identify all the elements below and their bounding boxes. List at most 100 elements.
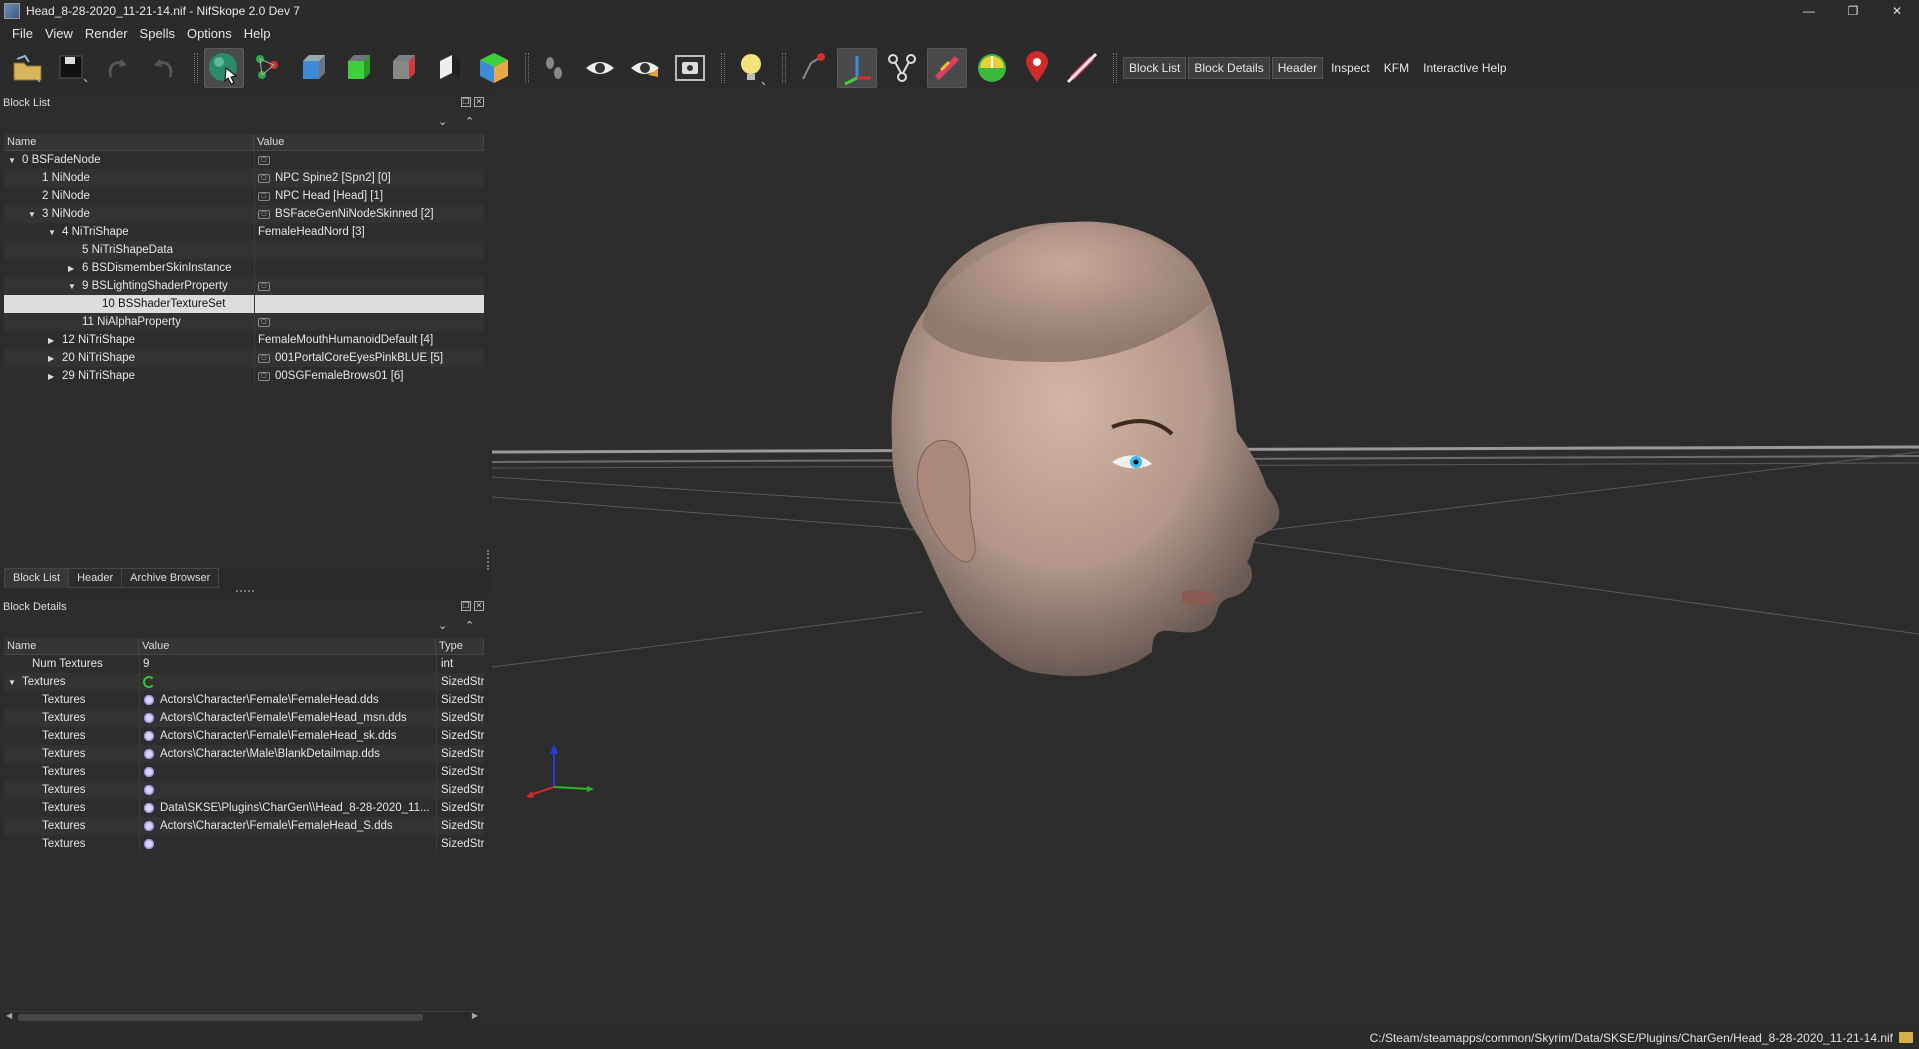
detail-row[interactable]: Textures Actors\Character\Male\BlankDetai… [4,745,484,763]
tab-archive-browser[interactable]: Archive Browser [121,568,220,588]
block-details-toggle[interactable]: Block Details [1188,57,1270,79]
show-axes-icon[interactable] [792,48,832,88]
detail-row[interactable]: Textures SizedStri [4,835,484,853]
show-vertex-colors-icon[interactable] [972,48,1012,88]
kfm-toggle[interactable]: KFM [1378,57,1415,79]
column-header-name[interactable]: Name [4,134,254,150]
scene-render[interactable] [492,92,1919,1027]
block-list-row[interactable]: 10 BSShaderTextureSet [4,295,484,313]
block-list-row[interactable]: 11 NiAlphaProperty ▢ [4,313,484,331]
texture-gear-icon[interactable] [143,694,155,706]
view-walk-icon[interactable] [429,48,469,88]
detail-row[interactable]: ▼ Textures SizedStri [4,673,484,691]
minimize-button[interactable]: — [1787,0,1831,22]
collapse-arrow-icon[interactable]: ▼ [28,210,38,219]
restore-button[interactable]: ❐ [1831,0,1875,22]
column-header-value[interactable]: Value [254,134,484,150]
detail-row[interactable]: Textures SizedStri [4,781,484,799]
show-skeleton-icon[interactable] [882,48,922,88]
block-list-toggle[interactable]: Block List [1123,57,1187,79]
undo-icon[interactable] [98,48,138,88]
float-dock-icon[interactable]: ❐ [461,601,471,611]
expand-all-icon[interactable]: ⌄ [438,115,447,128]
menu-render[interactable]: Render [79,26,134,41]
detail-value-cell[interactable]: Actors\Character\Female\FemaleHead_msn.d… [139,709,436,727]
block-list-row[interactable]: ▼ 3 NiNode ▢ BSFaceGenNiNodeSkinned [2] [4,205,484,223]
detail-value-cell[interactable]: Actors\Character\Female\FemaleHead.dds [139,691,436,709]
show-markers-icon[interactable] [625,48,665,88]
detail-value-cell[interactable] [139,835,436,853]
menu-view[interactable]: View [39,26,79,41]
disable-shading-icon[interactable] [1062,48,1102,88]
view-user-icon[interactable] [474,48,514,88]
3d-viewport[interactable] [492,92,1919,1027]
detail-value-cell[interactable]: Actors\Character\Female\FemaleHead_sk.dd… [139,727,436,745]
texture-gear-icon[interactable] [143,784,155,796]
collapse-arrow-icon[interactable]: ▼ [8,156,18,165]
menu-spells[interactable]: Spells [134,26,181,41]
texture-gear-icon[interactable] [143,766,155,778]
scrollbar-thumb[interactable] [18,1014,423,1021]
block-list-row[interactable]: ▼ 4 NiTriShape FemaleHeadNord [3] [4,223,484,241]
save-icon[interactable] [53,48,93,88]
close-window-button[interactable]: ✕ [1875,0,1919,22]
collapse-arrow-icon[interactable]: ▼ [68,282,78,291]
block-list-row[interactable]: ▶ 12 NiTriShape FemaleMouthHumanoidDefault… [4,331,484,349]
block-list-row[interactable]: ▼ 0 BSFadeNode ▢ [4,151,484,169]
close-dock-icon[interactable]: ✕ [474,97,484,107]
detail-value-cell[interactable] [139,781,436,799]
detail-row[interactable]: Num Textures 9 int [4,655,484,673]
dock-resize-handle[interactable] [487,550,489,570]
menu-options[interactable]: Options [181,26,238,41]
block-list-row[interactable]: 2 NiNode ▢ NPC Head [Head] [1] [4,187,484,205]
horizontal-scrollbar[interactable]: ◀ ▶ [4,1011,480,1023]
inspect-toggle[interactable]: Inspect [1325,57,1376,79]
block-list-row[interactable]: 1 NiNode ▢ NPC Spine2 [Spn2] [0] [4,169,484,187]
block-list-row[interactable]: 5 NiTriShapeData [4,241,484,259]
redo-icon[interactable] [143,48,183,88]
show-havok-icon[interactable] [1017,48,1057,88]
collapse-all-icon[interactable]: ⌃ [465,619,474,632]
collapse-arrow-icon[interactable]: ▼ [48,228,58,237]
close-dock-icon[interactable]: ✕ [474,601,484,611]
block-list-row[interactable]: ▶ 20 NiTriShape ▢ 001PortalCoreEyesPinkBLUE… [4,349,484,367]
screenshot-icon[interactable] [670,48,710,88]
tab-header[interactable]: Header [68,568,123,588]
detail-row[interactable]: Textures Actors\Character\Female\FemaleHe… [4,691,484,709]
expand-arrow-icon[interactable]: ▶ [48,354,58,363]
show-collision-icon[interactable] [927,48,967,88]
detail-value-cell[interactable]: Actors\Character\Male\BlankDetailmap.dds [139,745,436,763]
detail-value-cell[interactable] [139,673,436,691]
menu-file[interactable]: File [6,26,39,41]
texture-gear-icon[interactable] [143,748,155,760]
tab-block-list[interactable]: Block List [4,568,70,588]
block-list-row[interactable]: ▶ 6 BSDismemberSkinInstance [4,259,484,277]
refresh-icon[interactable] [143,676,155,688]
view-side-icon[interactable] [339,48,379,88]
select-vertex-icon[interactable] [249,48,289,88]
block-list-row[interactable]: ▼ 9 BSLightingShaderProperty ▢ [4,277,484,295]
select-object-icon[interactable] [204,48,244,88]
texture-gear-icon[interactable] [143,712,155,724]
view-front-icon[interactable] [294,48,334,88]
column-header-name[interactable]: Name [4,638,139,654]
column-header-type[interactable]: Type [436,638,484,654]
detail-row[interactable]: Textures Actors\Character\Female\FemaleHe… [4,817,484,835]
detail-value-cell[interactable]: Data\SKSE\Plugins\CharGen\\Head_8-28-202… [139,799,436,817]
show-constraints-icon[interactable] [837,48,877,88]
detail-row[interactable]: Textures Actors\Character\Female\FemaleHe… [4,727,484,745]
texture-gear-icon[interactable] [143,838,155,850]
interactive-help-toggle[interactable]: Interactive Help [1417,57,1512,79]
block-list-row[interactable]: ▶ 29 NiTriShape ▢ 00SGFemaleBrows01 [6] [4,367,484,385]
expand-arrow-icon[interactable]: ▶ [48,372,58,381]
texture-gear-icon[interactable] [143,730,155,742]
collapse-all-icon[interactable]: ⌃ [465,115,474,128]
folder-icon[interactable] [1899,1032,1913,1043]
float-dock-icon[interactable]: ❐ [461,97,471,107]
show-hidden-icon[interactable] [580,48,620,88]
texture-gear-icon[interactable] [143,820,155,832]
detail-value-cell[interactable]: 9 [139,655,436,673]
view-top-icon[interactable] [384,48,424,88]
column-header-value[interactable]: Value [139,638,436,654]
expand-arrow-icon[interactable]: ▶ [48,336,58,345]
